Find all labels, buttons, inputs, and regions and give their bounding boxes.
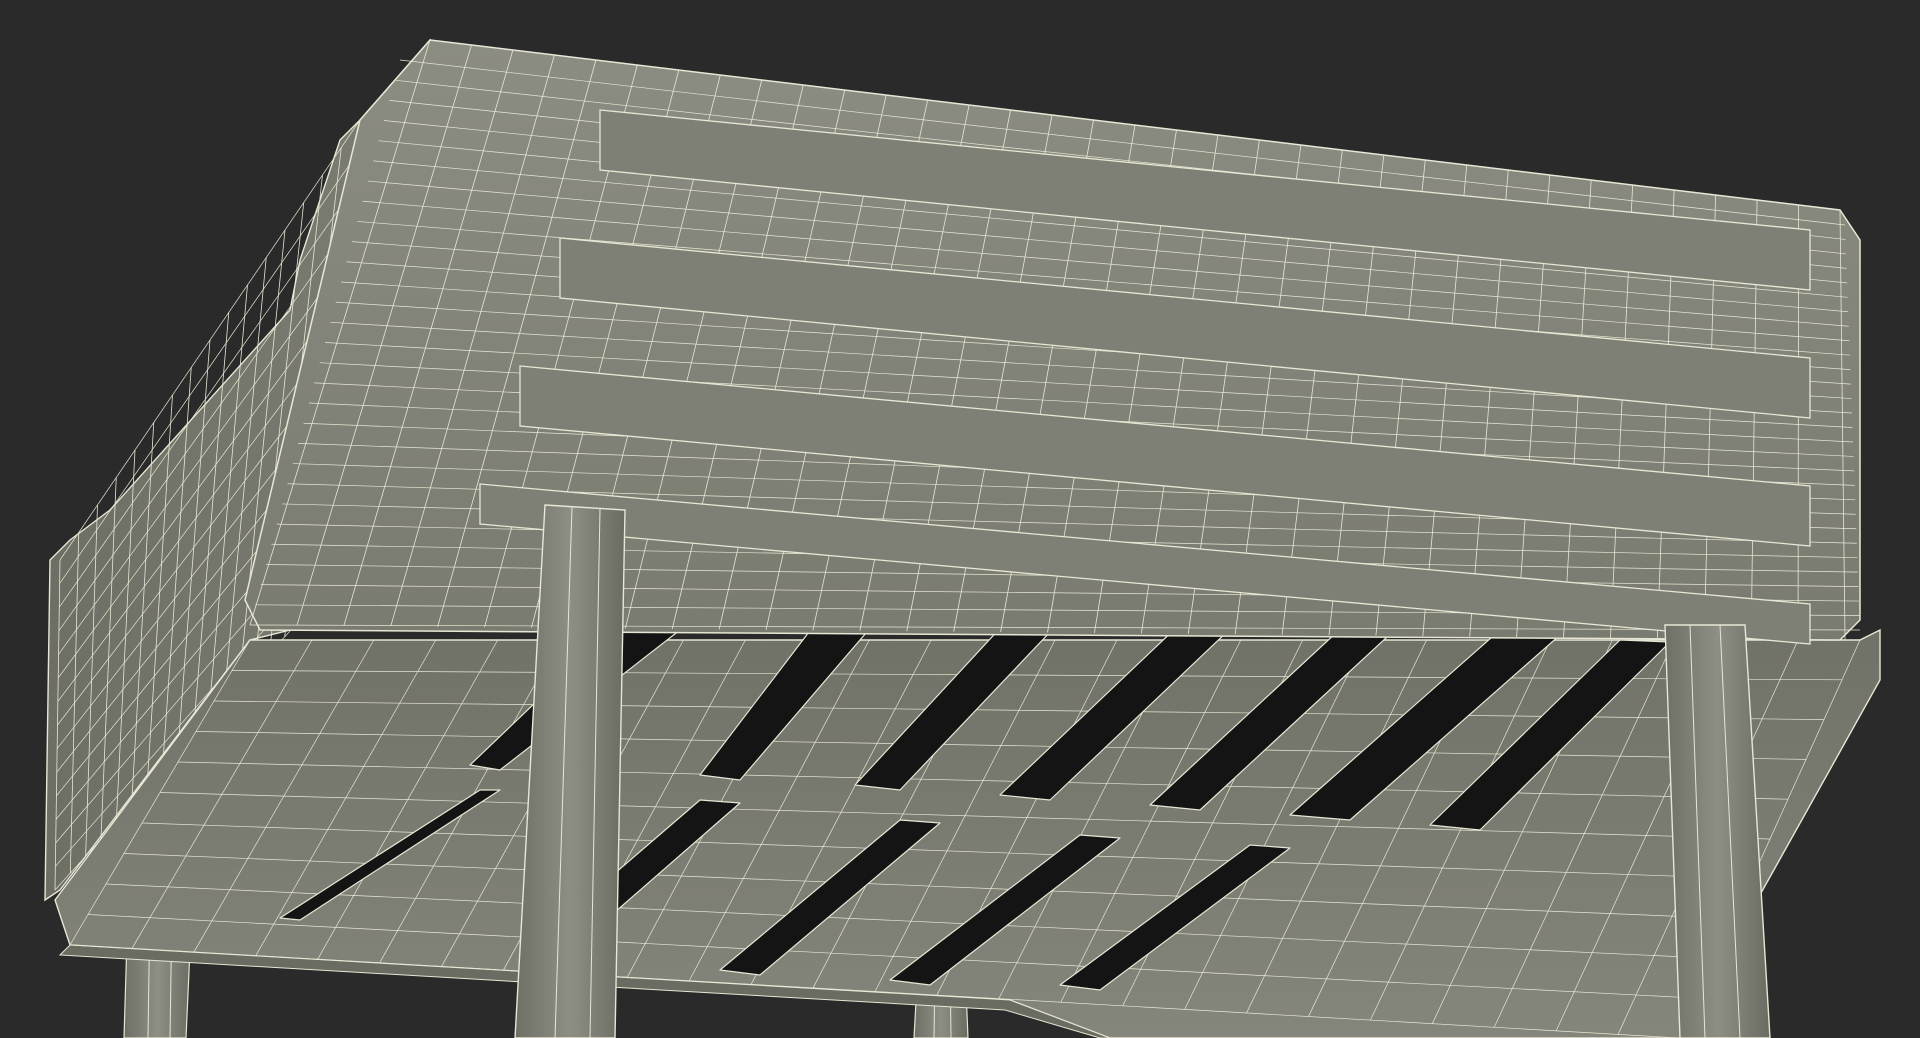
render-viewport (0, 0, 1920, 1038)
wireframe-scene (0, 0, 1920, 1038)
